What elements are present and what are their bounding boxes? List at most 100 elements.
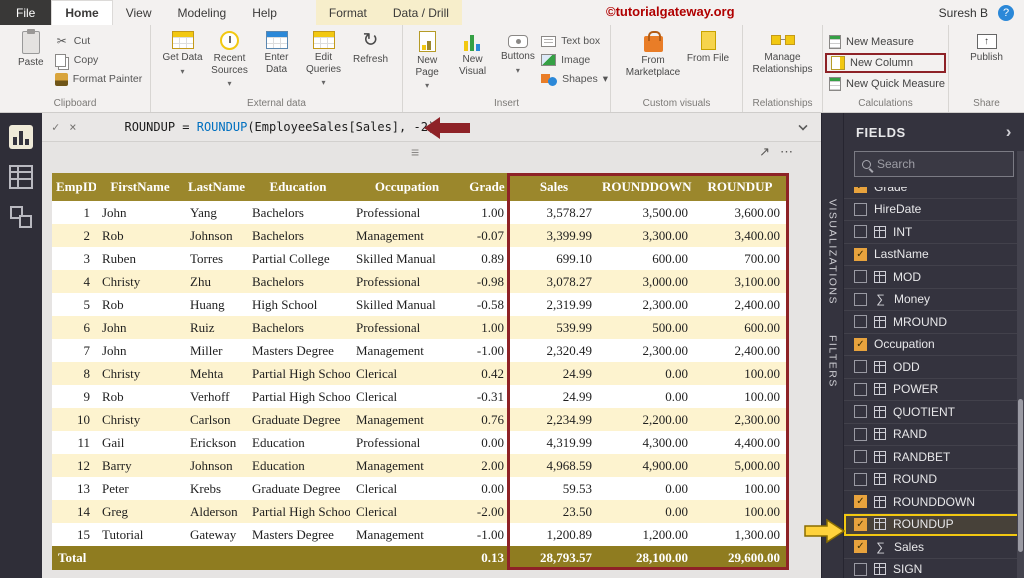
from-marketplace-button[interactable]: From Marketplace <box>622 28 684 78</box>
scrollbar-thumb[interactable] <box>1018 399 1023 553</box>
table-row[interactable]: 2RobJohnsonBachelorsManagement-0.073,399… <box>52 224 786 247</box>
field-checkbox[interactable]: ✓ <box>854 248 867 261</box>
field-item-occupation[interactable]: ✓Occupation <box>844 334 1024 357</box>
field-checkbox[interactable] <box>854 428 867 441</box>
collapse-pane-chevron-icon[interactable]: › <box>1006 122 1012 142</box>
column-header-education[interactable]: Education <box>246 173 350 201</box>
refresh-button[interactable]: ↻Refresh <box>348 28 394 66</box>
table-row[interactable]: 10ChristyCarlsonGraduate DegreeManagemen… <box>52 408 786 431</box>
field-checkbox[interactable] <box>854 293 867 306</box>
field-checkbox[interactable] <box>854 360 867 373</box>
field-checkbox[interactable]: ✓ <box>854 495 867 508</box>
table-row[interactable]: 3RubenTorresPartial CollegeSkilled Manua… <box>52 247 786 270</box>
publish-button[interactable]: ↑Publish <box>964 28 1010 64</box>
text-box-button[interactable]: Text box <box>541 33 608 49</box>
field-checkbox[interactable] <box>854 315 867 328</box>
tab-home[interactable]: Home <box>51 0 112 25</box>
table-visual[interactable]: EmpIDFirstNameLastNameEducationOccupatio… <box>52 173 786 570</box>
search-box[interactable] <box>854 151 1014 177</box>
field-item-sign[interactable]: SIGN <box>844 559 1024 578</box>
table-row[interactable]: 13PeterKrebsGraduate DegreeClerical0.005… <box>52 477 786 500</box>
field-item-rand[interactable]: RAND <box>844 424 1024 447</box>
table-row[interactable]: 7JohnMillerMasters DegreeManagement-1.00… <box>52 339 786 362</box>
search-input[interactable] <box>877 157 1006 171</box>
table-row[interactable]: 11GailEricksonEducationProfessional0.004… <box>52 431 786 454</box>
field-item-rounddown[interactable]: ✓ROUNDDOWN <box>844 491 1024 514</box>
focus-mode-icon[interactable]: ↗ <box>759 144 770 160</box>
field-checkbox[interactable] <box>854 203 867 216</box>
commit-formula-icon[interactable]: ✓ <box>52 120 59 134</box>
filters-pane-tab[interactable]: FILTERS <box>827 335 839 388</box>
formula-text[interactable]: ROUNDUP = ROUNDUP(EmployeeSales[Sales], … <box>124 120 435 134</box>
column-header-empid[interactable]: EmpID <box>52 173 96 201</box>
column-header-rounddown[interactable]: ROUNDDOWN <box>598 173 694 201</box>
field-checkbox[interactable] <box>854 473 867 486</box>
new-visual-button[interactable]: New Visual <box>450 28 494 77</box>
column-header-grade[interactable]: Grade <box>464 173 510 201</box>
formula-expand-chevron-icon[interactable] <box>798 121 807 130</box>
field-item-power[interactable]: POWER <box>844 379 1024 402</box>
field-item-int[interactable]: INT <box>844 221 1024 244</box>
new-page-button[interactable]: New Page▾ <box>405 28 449 90</box>
enter-data-button[interactable]: Enter Data <box>254 28 300 75</box>
manage-relationships-button[interactable]: Manage Relationships <box>752 28 814 75</box>
field-item-odd[interactable]: ODD <box>844 356 1024 379</box>
field-checkbox[interactable] <box>854 563 867 576</box>
field-item-mround[interactable]: MROUND <box>844 311 1024 334</box>
tab-data-drill[interactable]: Data / Drill <box>380 0 462 25</box>
column-header-firstname[interactable]: FirstName <box>96 173 184 201</box>
cancel-formula-icon[interactable]: × <box>69 120 76 134</box>
visualizations-pane-tab[interactable]: VISUALIZATIONS <box>827 199 839 305</box>
field-item-hiredate[interactable]: HireDate <box>844 199 1024 222</box>
table-row[interactable]: 1JohnYangBachelorsProfessional1.003,578.… <box>52 201 786 224</box>
table-row[interactable]: 12BarryJohnsonEducationManagement2.004,9… <box>52 454 786 477</box>
column-header-occupation[interactable]: Occupation <box>350 173 464 201</box>
paste-button[interactable]: Paste <box>8 28 54 69</box>
new-measure-button[interactable]: New Measure <box>825 34 946 50</box>
table-row[interactable]: 9RobVerhoffPartial High SchoolClerical-0… <box>52 385 786 408</box>
field-checkbox[interactable]: ✓ <box>854 187 867 193</box>
field-checkbox[interactable] <box>854 225 867 238</box>
tab-view[interactable]: View <box>113 0 165 25</box>
field-item-money[interactable]: ∑Money <box>844 289 1024 312</box>
table-row[interactable]: 8ChristyMehtaPartial High SchoolClerical… <box>52 362 786 385</box>
cut-button[interactable]: ✂Cut <box>55 33 142 49</box>
field-item-roundup[interactable]: ✓ROUNDUP <box>844 514 1024 537</box>
field-item-quotient[interactable]: QUOTIENT <box>844 401 1024 424</box>
format-painter-button[interactable]: Format Painter <box>55 71 142 87</box>
tab-modeling[interactable]: Modeling <box>164 0 239 25</box>
field-item-grade[interactable]: ✓Grade <box>844 187 1024 199</box>
field-item-randbet[interactable]: RANDBET <box>844 446 1024 469</box>
field-item-sales[interactable]: ✓∑Sales <box>844 536 1024 559</box>
get-data-button[interactable]: Get Data▾ <box>160 28 206 76</box>
image-button[interactable]: Image <box>541 52 608 68</box>
field-item-mod[interactable]: MOD <box>844 266 1024 289</box>
user-name[interactable]: Suresh B <box>939 6 988 20</box>
from-file-button[interactable]: From File <box>685 28 731 65</box>
edit-queries-button[interactable]: Edit Queries▾ <box>301 28 347 87</box>
recent-sources-button[interactable]: Recent Sources▾ <box>207 28 253 88</box>
field-checkbox[interactable] <box>854 405 867 418</box>
copy-button[interactable]: Copy <box>55 52 142 68</box>
column-header-sales[interactable]: Sales <box>510 173 598 201</box>
field-checkbox[interactable] <box>854 383 867 396</box>
new-column-button[interactable]: New Column <box>825 53 946 73</box>
table-row[interactable]: 5RobHuangHigh SchoolSkilled Manual-0.582… <box>52 293 786 316</box>
visual-drag-handle-icon[interactable]: ≡ <box>411 144 419 160</box>
tab-help[interactable]: Help <box>239 0 290 25</box>
model-view-icon[interactable] <box>9 205 33 229</box>
shapes-button[interactable]: Shapes▾ <box>541 71 608 87</box>
report-view-icon[interactable] <box>9 125 33 149</box>
field-checkbox[interactable] <box>854 450 867 463</box>
new-quick-measure-button[interactable]: New Quick Measure <box>825 76 946 92</box>
table-row[interactable]: 4ChristyZhuBachelorsProfessional-0.983,0… <box>52 270 786 293</box>
table-row[interactable]: 15TutorialGatewayMasters DegreeManagemen… <box>52 523 786 546</box>
table-row[interactable]: 14GregAldersonPartial High SchoolClerica… <box>52 500 786 523</box>
buttons-button[interactable]: Buttons▾ <box>496 28 540 75</box>
table-row[interactable]: 6JohnRuizBachelorsProfessional1.00539.99… <box>52 316 786 339</box>
field-checkbox[interactable]: ✓ <box>854 338 867 351</box>
data-view-icon[interactable] <box>9 165 33 189</box>
field-checkbox[interactable] <box>854 270 867 283</box>
more-options-icon[interactable]: ⋯ <box>780 144 793 160</box>
field-item-round[interactable]: ROUND <box>844 469 1024 492</box>
